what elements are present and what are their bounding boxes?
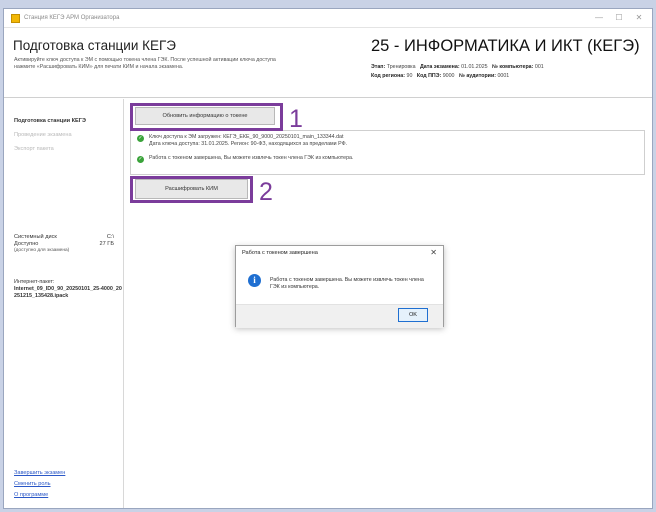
- change-role-link[interactable]: Сменить роль: [14, 481, 51, 487]
- status-key-line-1: Ключ доступа к ЭМ загружен: КЕГЭ_ЕКЕ_90_…: [149, 134, 344, 140]
- ppe-label: Код ППЭ:: [416, 73, 442, 79]
- description-line-1: Активируйте ключ доступа к ЭМ с помощью …: [14, 57, 276, 63]
- close-icon[interactable]: ✕: [630, 12, 648, 24]
- status-panel: ✓ Ключ доступа к ЭМ загружен: КЕГЭ_ЕКЕ_9…: [130, 130, 645, 175]
- finish-exam-link[interactable]: Завершить экзамен: [14, 470, 65, 476]
- dialog-message: Работа с токеном завершена. Вы можете из…: [270, 277, 424, 290]
- exam-date-value: 01.01.2025: [461, 64, 488, 70]
- sidebar: Подготовка станции КЕГЭ Проведение экзам…: [4, 99, 124, 508]
- internet-package-file: Internet_09_ID0_90_20250101_25-4000_2025…: [14, 286, 122, 299]
- title-bar: Станция КЕГЭ АРМ Организатора — ☐ ✕: [4, 9, 652, 28]
- page-description: Активируйте ключ доступа к ЭМ с помощью …: [14, 57, 344, 71]
- token-dialog: Работа с токеном завершена ✕ i Работа с …: [235, 245, 444, 328]
- internet-package: Интернет-пакет: Internet_09_ID0_90_20250…: [14, 279, 122, 300]
- page-title: Подготовка станции КЕГЭ: [13, 38, 176, 53]
- room-label: № аудитории:: [458, 73, 496, 79]
- dialog-ok-button[interactable]: OK: [398, 308, 428, 322]
- exam-meta-line-2: Код региона: 90 Код ППЭ: 9000 № аудитори…: [371, 73, 509, 79]
- internet-package-label: Интернет-пакет:: [14, 279, 55, 285]
- annotation-number-1: 1: [289, 105, 303, 133]
- dialog-close-icon[interactable]: ✕: [430, 248, 437, 257]
- sidebar-item-exam: Проведение экзамена: [14, 132, 72, 138]
- highlight-box-2: [130, 176, 253, 203]
- exam-meta-line-1: Этап: Тренировка Дата экзамена: 01.01.20…: [371, 64, 544, 70]
- disk-info: Системный диск C:\ Доступно 27 ГБ (досту…: [14, 234, 114, 253]
- status-row-key: ✓ Ключ доступа к ЭМ загружен: КЕГЭ_ЕКЕ_9…: [137, 134, 347, 148]
- stage-label: Этап:: [371, 64, 386, 70]
- info-icon: i: [248, 274, 261, 287]
- ppe-value: 9000: [442, 73, 455, 79]
- available-label: Доступно: [14, 241, 39, 247]
- status-key-line-2: Дата ключа доступа: 31.01.2025. Регион: …: [149, 141, 348, 147]
- exam-date-label: Дата экзамена:: [420, 64, 460, 70]
- check-icon: ✓: [137, 135, 144, 142]
- dialog-body: i Работа с токеном завершена. Вы можете …: [236, 260, 443, 304]
- subject-title: 25 - ИНФОРМАТИКА И ИКТ (КЕГЭ): [371, 37, 640, 55]
- region-value: 90: [406, 73, 413, 79]
- highlight-box-1: [130, 103, 283, 131]
- stage-value: Тренировка: [386, 64, 416, 70]
- computer-value: 001: [534, 64, 544, 70]
- computer-label: № компьютера:: [492, 64, 534, 70]
- window-title: Станция КЕГЭ АРМ Организатора: [24, 15, 120, 21]
- minimize-icon[interactable]: —: [590, 12, 608, 24]
- app-icon: [11, 13, 20, 23]
- sidebar-item-export: Экспорт пакета: [14, 146, 54, 152]
- status-token-line: Работа с токеном завершена, Вы можете из…: [149, 155, 354, 161]
- dialog-footer: OK: [236, 304, 443, 328]
- available-note: (доступно для экзамена): [14, 248, 70, 253]
- region-label: Код региона:: [371, 73, 406, 79]
- status-row-token: ✓ Работа с токеном завершена, Вы можете …: [137, 155, 353, 163]
- description-line-2: нажмите «Расшифровать КИМ» для печати КИ…: [14, 64, 184, 70]
- sidebar-item-preparation[interactable]: Подготовка станции КЕГЭ: [14, 118, 86, 124]
- dialog-title: Работа с токеном завершена: [242, 250, 318, 256]
- system-disk-label: Системный диск: [14, 234, 57, 240]
- available-value: 27 ГБ: [99, 241, 114, 247]
- page-header: Подготовка станции КЕГЭ Активируйте ключ…: [4, 28, 652, 98]
- annotation-number-2: 2: [259, 178, 273, 206]
- app-window: Станция КЕГЭ АРМ Организатора — ☐ ✕ Подг…: [3, 8, 653, 509]
- system-disk-value: C:\: [106, 234, 114, 240]
- about-link[interactable]: О программе: [14, 492, 48, 498]
- maximize-icon[interactable]: ☐: [610, 12, 628, 24]
- room-value: 0001: [497, 73, 510, 79]
- check-icon: ✓: [137, 156, 144, 163]
